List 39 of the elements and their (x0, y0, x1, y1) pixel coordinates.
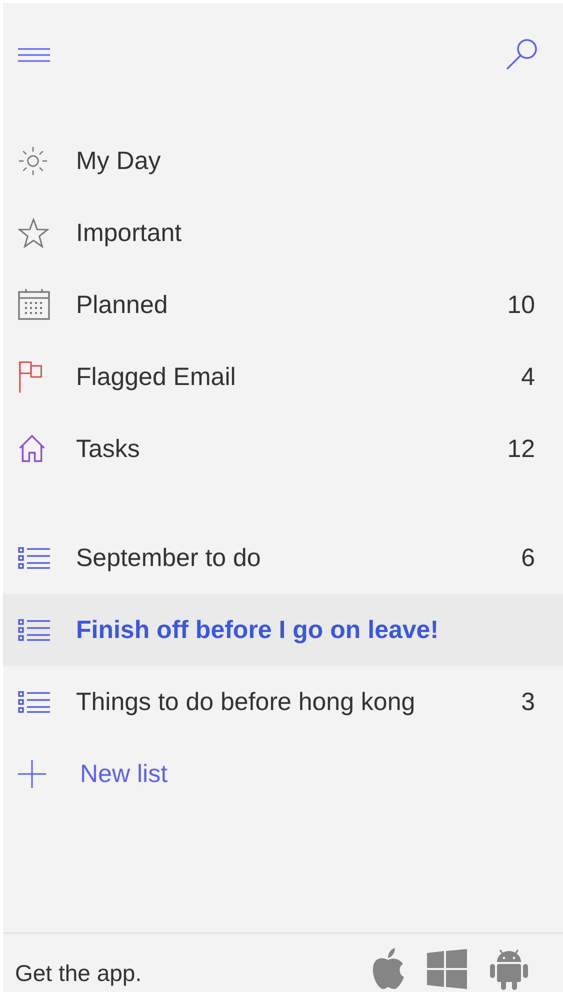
item-label: Tasks (76, 434, 141, 464)
item-label: Important (76, 218, 183, 248)
item-count: 4 (521, 362, 535, 392)
calendar-icon (18, 289, 50, 321)
item-count: 6 (521, 544, 535, 572)
menu-button[interactable] (18, 48, 50, 62)
list-item[interactable]: Tasks 12 (3, 413, 563, 485)
list-item[interactable]: Flagged Email 4 (3, 341, 563, 413)
house-icon (18, 435, 46, 463)
selected-list-item[interactable]: Finish off before I go on leave! (3, 594, 563, 666)
list-item[interactable]: Important (3, 197, 563, 269)
item-count: 12 (507, 434, 535, 464)
list-item[interactable]: My Day (3, 125, 563, 197)
item-label: Things to do before hong kong (76, 688, 416, 716)
apple-icon[interactable] (371, 948, 405, 990)
list-icon (18, 619, 50, 641)
get-app-text: Get the app. (15, 960, 142, 986)
menu-icon (18, 48, 50, 62)
list-item[interactable]: Things to do before hong kong 3 (3, 666, 563, 738)
windows-icon[interactable] (427, 949, 467, 989)
item-count: 3 (521, 688, 535, 716)
item-label: My Day (76, 146, 162, 176)
android-icon[interactable] (489, 948, 529, 990)
list-icon (18, 691, 50, 713)
item-label: Planned (76, 290, 169, 320)
plus-icon (18, 760, 46, 788)
item-label: Flagged Email (76, 362, 237, 392)
search-icon (505, 38, 539, 72)
list-item[interactable]: Planned 10 (3, 269, 563, 341)
list-icon (18, 547, 50, 569)
new-list-button[interactable]: New list (3, 738, 563, 810)
star-icon (18, 218, 49, 248)
flag-icon (18, 361, 44, 393)
search-button[interactable] (505, 38, 539, 72)
item-count: 10 (507, 290, 535, 320)
item-label: September to do (76, 544, 262, 572)
sun-icon (18, 146, 48, 176)
list-item[interactable]: September to do 6 (3, 522, 563, 594)
item-label: Finish off before I go on leave! (76, 616, 440, 644)
